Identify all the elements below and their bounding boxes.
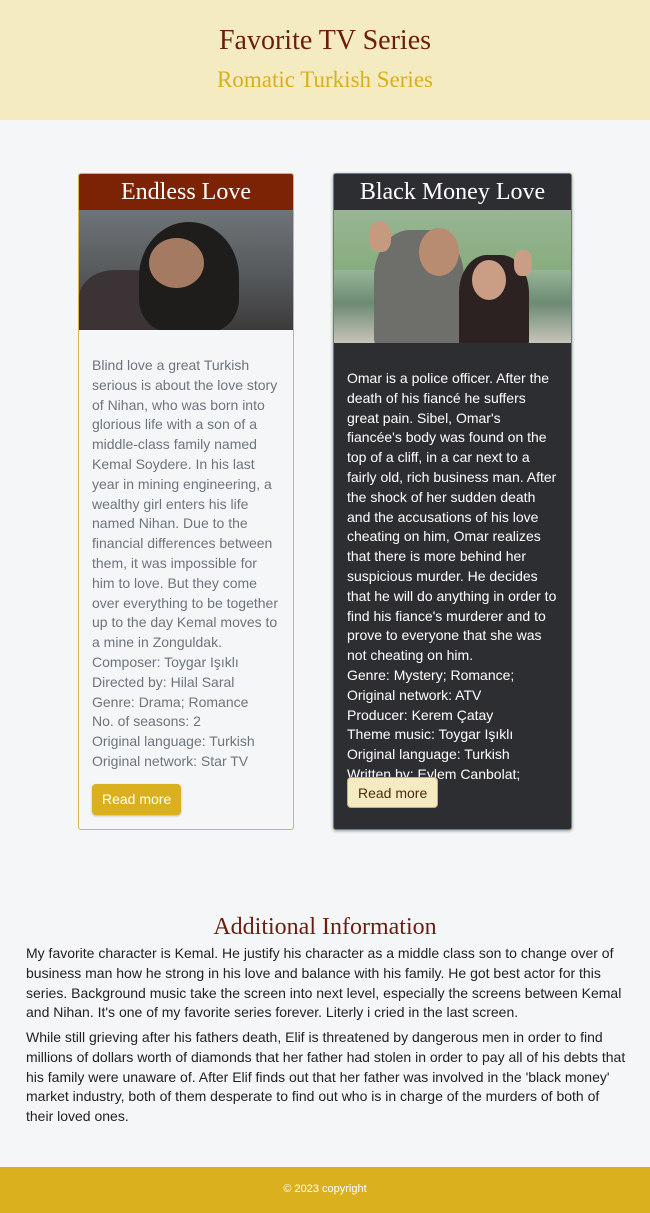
card-title: Black Money Love (334, 174, 571, 210)
page-footer: © 2023 copyright (0, 1167, 650, 1213)
card-detail: Original network: Star TV (92, 752, 249, 769)
card-detail: Composer: Toygar Işıklı (92, 653, 239, 670)
additional-info-title: Additional Information (213, 914, 437, 940)
card-detail: Directed by: Hilal Saral (92, 673, 235, 690)
page-subtitle: Romatic Turkish Series (217, 67, 433, 92)
additional-info-paragraph: My favorite character is Kemal. He justi… (26, 945, 622, 1021)
card-description: Omar is a police officer. After the deat… (347, 370, 557, 664)
card-detail: Original language: Turkish (92, 733, 255, 750)
additional-info-paragraph: While still grieving after his fathers d… (26, 1029, 626, 1125)
copyright-text: © 2023 copyright (283, 1183, 367, 1195)
card-description: Blind love a great Turkish serious is ab… (92, 357, 279, 651)
read-more-button[interactable]: Read more (347, 777, 439, 808)
series-card-black-money-love: Black Money Love Omar is a police office… (333, 173, 572, 830)
series-image (79, 210, 293, 330)
card-body: Blind love a great Turkish serious is ab… (79, 330, 293, 772)
card-detail: Producer: Kerem Çatay (347, 706, 494, 723)
page-title: Favorite TV Series (218, 25, 432, 56)
card-body: Omar is a police officer. After the deat… (334, 343, 571, 785)
card-detail: Genre: Mystery; Romance; (347, 666, 515, 683)
card-detail: Genre: Drama; Romance (92, 693, 249, 710)
series-card-endless-love: Endless Love Blind love a great Turkish … (78, 173, 294, 830)
card-detail: Original language: Turkish (347, 746, 510, 763)
card-detail: Theme music: Toygar Işıklı (347, 726, 514, 743)
page-header: Favorite TV Series Romatic Turkish Serie… (0, 0, 650, 120)
card-detail: No. of seasons: 2 (92, 713, 201, 730)
read-more-button[interactable]: Read more (92, 784, 182, 815)
card-title: Endless Love (79, 174, 293, 210)
card-detail: Original network: ATV (347, 686, 482, 703)
series-image (334, 210, 571, 343)
